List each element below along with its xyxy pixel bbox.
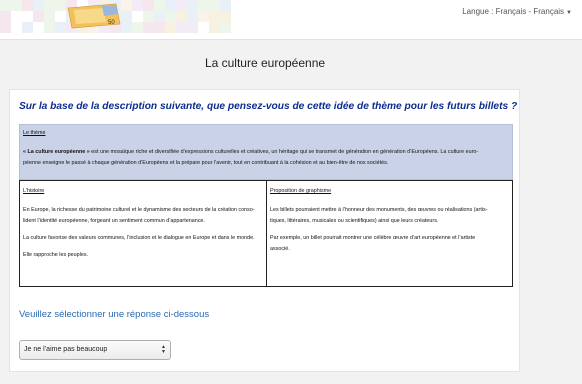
mosaic-tile: [176, 0, 187, 11]
mosaic-tile: [44, 22, 55, 33]
question-card: Sur la base de la description suivante, …: [9, 89, 520, 372]
mosaic-tile: [33, 0, 44, 11]
banknote-icon: 50: [67, 3, 121, 29]
mosaic-tile: [132, 0, 143, 11]
mosaic-tile: [121, 22, 132, 33]
mosaic-tile: [22, 22, 33, 33]
mosaic-tile: [209, 11, 220, 22]
header-bar: 50 Langue : Français - Français ▼: [0, 0, 582, 40]
mosaic-tile: [198, 0, 209, 11]
theme-line1: est une mosaïque riche et diversifiée d’…: [89, 149, 479, 155]
history-paragraph-2: La culture favorise des valeurs communes…: [23, 235, 255, 241]
mosaic-tile: [187, 22, 198, 33]
mosaic-tile: [44, 11, 55, 22]
mosaic-tile: [187, 11, 198, 22]
mosaic-tile: [0, 0, 11, 11]
mosaic-tile: [209, 0, 220, 11]
up-down-arrows-icon: ▲ ▼: [161, 344, 166, 355]
mosaic-tile: [165, 11, 176, 22]
logo-mosaic: 50: [0, 0, 232, 33]
mosaic-tile: [11, 22, 22, 33]
mosaic-tile: [220, 22, 231, 33]
theme-description: « La culture européenne » est une mosaïq…: [23, 147, 509, 169]
mosaic-tile: [143, 0, 154, 11]
mosaic-tile: [33, 11, 44, 22]
mosaic-tile: [209, 22, 220, 33]
mosaic-tile: [132, 22, 143, 33]
mosaic-tile: [187, 0, 198, 11]
details-table: L’histoire En Europe, la richesse du pat…: [19, 180, 513, 287]
answer-selected-value: Je ne l’aime pas beaucoup: [24, 346, 108, 353]
mosaic-tile: [132, 11, 143, 22]
language-selector[interactable]: Langue : Français - Français ▼: [462, 7, 572, 16]
mosaic-tile: [33, 22, 44, 33]
mosaic-tile: [44, 0, 55, 11]
theme-title: Le thème: [23, 130, 46, 136]
mosaic-tile: [154, 11, 165, 22]
design-title: Proposition de graphisme: [270, 188, 332, 194]
mosaic-tile: [176, 11, 187, 22]
banknote-value: 50: [108, 20, 115, 26]
mosaic-tile: [22, 11, 33, 22]
design-column: Proposition de graphisme Les billets pou…: [266, 181, 512, 286]
caret-down-icon: ▼: [566, 10, 572, 16]
mosaic-tile: [121, 0, 132, 11]
answer-prompt: Veuillez sélectionner une réponse ci-des…: [19, 309, 210, 320]
mosaic-tile: [220, 11, 231, 22]
theme-box: Le thème « La culture européenne » est u…: [19, 124, 513, 180]
mosaic-tile: [165, 22, 176, 33]
mosaic-tile: [143, 11, 154, 22]
mosaic-tile: [0, 11, 11, 22]
design-paragraph-1: Les billets pourraient mettre à l’honneu…: [270, 207, 488, 224]
design-paragraph-2: Par exemple, un billet pourrait montrer …: [270, 235, 476, 252]
mosaic-tile: [22, 0, 33, 11]
mosaic-tile: [198, 22, 209, 33]
theme-line2: péenne enseigne le passé à chaque généra…: [23, 160, 389, 166]
mosaic-tile: [0, 22, 11, 33]
mosaic-tile: [165, 0, 176, 11]
page-title: La culture européenne: [204, 56, 326, 70]
mosaic-tile: [154, 22, 165, 33]
history-column: L’histoire En Europe, la richesse du pat…: [20, 181, 266, 286]
mosaic-tile: [11, 11, 22, 22]
mosaic-tile: [121, 11, 132, 22]
mosaic-tile: [143, 22, 154, 33]
history-paragraph-3: Elle rapproche les peuples.: [23, 252, 89, 258]
question-text: Sur la base de la description suivante, …: [19, 101, 518, 112]
mosaic-tile: [11, 0, 22, 11]
mosaic-tile: [198, 11, 209, 22]
mosaic-tile: [176, 22, 187, 33]
language-label: Langue : Français - Français: [462, 7, 565, 16]
answer-select[interactable]: Je ne l’aime pas beaucoup ▲ ▼: [19, 340, 171, 360]
mosaic-tile: [154, 0, 165, 11]
theme-name: « La culture européenne »: [23, 149, 90, 155]
history-title: L’histoire: [23, 188, 45, 194]
history-paragraph-1: En Europe, la richesse du patrimoine cul…: [23, 207, 255, 224]
mosaic-tile: [220, 0, 231, 11]
